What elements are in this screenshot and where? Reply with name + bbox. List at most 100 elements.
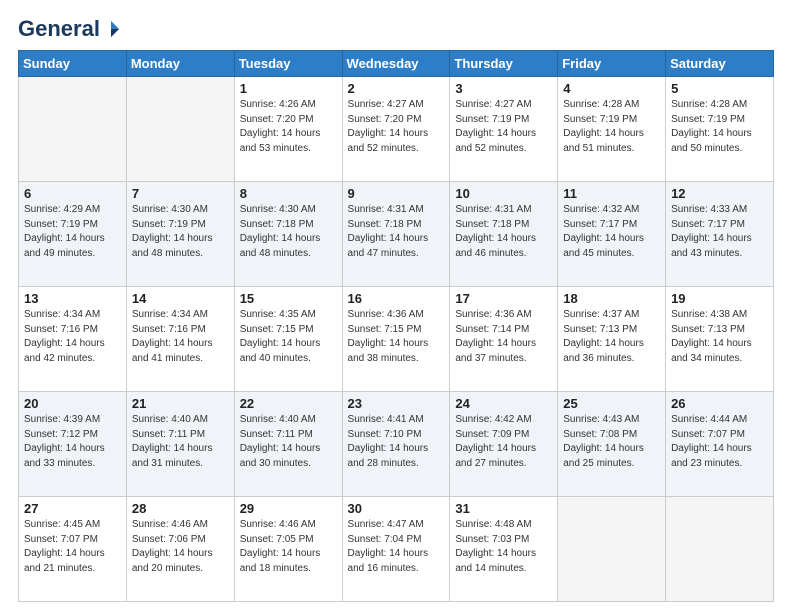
calendar-cell: 17Sunrise: 4:36 AM Sunset: 7:14 PM Dayli… bbox=[450, 287, 558, 392]
calendar-cell: 20 Sunrise: 4:39 AM Sunset: 7:12 PM Dayli… bbox=[19, 392, 127, 497]
page: General SundayMondayTuesdayWednesdayThur… bbox=[0, 0, 792, 612]
calendar-cell: 24 Sunrise: 4:42 AM Sunset: 7:09 PM Dayli… bbox=[450, 392, 558, 497]
day-number: 30 bbox=[348, 501, 445, 516]
calendar-cell: 2 Sunrise: 4:27 AM Sunset: 7:20 PM Daylig… bbox=[342, 77, 450, 182]
day-number: 13 bbox=[24, 291, 121, 306]
calendar-cell: 26Sunrise: 4:44 AM Sunset: 7:07 PM Dayli… bbox=[666, 392, 774, 497]
day-number: 18 bbox=[563, 291, 660, 306]
calendar-cell: 10 Sunrise: 4:31 AM Sunset: 7:18 PM Dayli… bbox=[450, 182, 558, 287]
calendar-header-monday: Monday bbox=[126, 51, 234, 77]
calendar-header-saturday: Saturday bbox=[666, 51, 774, 77]
calendar-week-row: 20 Sunrise: 4:39 AM Sunset: 7:12 PM Dayli… bbox=[19, 392, 774, 497]
calendar-cell: 1 Sunrise: 4:26 AM Sunset: 7:20 PM Daylig… bbox=[234, 77, 342, 182]
day-number: 2 bbox=[348, 81, 445, 96]
calendar-week-row: 27Sunrise: 4:45 AM Sunset: 7:07 PM Dayli… bbox=[19, 497, 774, 602]
calendar-cell: 6 Sunrise: 4:29 AM Sunset: 7:19 PM Daylig… bbox=[19, 182, 127, 287]
day-number: 26 bbox=[671, 396, 768, 411]
day-info: Sunrise: 4:39 AM Sunset: 7:12 PM Dayligh… bbox=[24, 413, 121, 471]
day-info: Sunrise: 4:43 AM Sunset: 7:08 PM Dayligh… bbox=[563, 413, 660, 471]
calendar-cell bbox=[19, 77, 127, 182]
calendar-cell: 30 Sunrise: 4:47 AM Sunset: 7:04 PM Dayli… bbox=[342, 497, 450, 602]
calendar-header-row: SundayMondayTuesdayWednesdayThursdayFrid… bbox=[19, 51, 774, 77]
calendar-cell: 31Sunrise: 4:48 AM Sunset: 7:03 PM Dayli… bbox=[450, 497, 558, 602]
day-number: 31 bbox=[455, 501, 552, 516]
day-info: Sunrise: 4:27 AM Sunset: 7:19 PM Dayligh… bbox=[455, 98, 552, 156]
day-info: Sunrise: 4:28 AM Sunset: 7:19 PM Dayligh… bbox=[563, 98, 660, 156]
calendar-header-thursday: Thursday bbox=[450, 51, 558, 77]
calendar-header-sunday: Sunday bbox=[19, 51, 127, 77]
day-info: Sunrise: 4:33 AM Sunset: 7:17 PM Dayligh… bbox=[671, 203, 768, 261]
calendar-table: SundayMondayTuesdayWednesdayThursdayFrid… bbox=[18, 50, 774, 602]
day-info: Sunrise: 4:37 AM Sunset: 7:13 PM Dayligh… bbox=[563, 308, 660, 366]
day-number: 10 bbox=[455, 186, 552, 201]
header: General bbox=[18, 18, 774, 40]
day-info: Sunrise: 4:35 AM Sunset: 7:15 PM Dayligh… bbox=[240, 308, 337, 366]
logo: General bbox=[18, 18, 120, 40]
calendar-cell bbox=[558, 497, 666, 602]
day-number: 1 bbox=[240, 81, 337, 96]
calendar-cell: 22 Sunrise: 4:40 AM Sunset: 7:11 PM Dayli… bbox=[234, 392, 342, 497]
day-info: Sunrise: 4:42 AM Sunset: 7:09 PM Dayligh… bbox=[455, 413, 552, 471]
calendar-cell: 13 Sunrise: 4:34 AM Sunset: 7:16 PM Dayli… bbox=[19, 287, 127, 392]
day-info: Sunrise: 4:31 AM Sunset: 7:18 PM Dayligh… bbox=[348, 203, 445, 261]
calendar-cell: 19Sunrise: 4:38 AM Sunset: 7:13 PM Dayli… bbox=[666, 287, 774, 392]
day-number: 15 bbox=[240, 291, 337, 306]
day-info: Sunrise: 4:34 AM Sunset: 7:16 PM Dayligh… bbox=[132, 308, 229, 366]
day-info: Sunrise: 4:34 AM Sunset: 7:16 PM Dayligh… bbox=[24, 308, 121, 366]
day-number: 12 bbox=[671, 186, 768, 201]
day-number: 6 bbox=[24, 186, 121, 201]
day-info: Sunrise: 4:31 AM Sunset: 7:18 PM Dayligh… bbox=[455, 203, 552, 261]
day-number: 14 bbox=[132, 291, 229, 306]
calendar-cell bbox=[126, 77, 234, 182]
calendar-cell: 7Sunrise: 4:30 AM Sunset: 7:19 PM Daylig… bbox=[126, 182, 234, 287]
day-info: Sunrise: 4:26 AM Sunset: 7:20 PM Dayligh… bbox=[240, 98, 337, 156]
day-number: 3 bbox=[455, 81, 552, 96]
day-number: 20 bbox=[24, 396, 121, 411]
day-number: 16 bbox=[348, 291, 445, 306]
day-info: Sunrise: 4:27 AM Sunset: 7:20 PM Dayligh… bbox=[348, 98, 445, 156]
calendar-cell: 11Sunrise: 4:32 AM Sunset: 7:17 PM Dayli… bbox=[558, 182, 666, 287]
day-info: Sunrise: 4:47 AM Sunset: 7:04 PM Dayligh… bbox=[348, 518, 445, 576]
day-info: Sunrise: 4:29 AM Sunset: 7:19 PM Dayligh… bbox=[24, 203, 121, 261]
calendar-cell: 27Sunrise: 4:45 AM Sunset: 7:07 PM Dayli… bbox=[19, 497, 127, 602]
calendar-cell: 29 Sunrise: 4:46 AM Sunset: 7:05 PM Dayli… bbox=[234, 497, 342, 602]
calendar-cell: 21 Sunrise: 4:40 AM Sunset: 7:11 PM Dayli… bbox=[126, 392, 234, 497]
calendar-cell: 18 Sunrise: 4:37 AM Sunset: 7:13 PM Dayli… bbox=[558, 287, 666, 392]
calendar-cell: 25 Sunrise: 4:43 AM Sunset: 7:08 PM Dayli… bbox=[558, 392, 666, 497]
calendar-cell: 3 Sunrise: 4:27 AM Sunset: 7:19 PM Daylig… bbox=[450, 77, 558, 182]
calendar-header-friday: Friday bbox=[558, 51, 666, 77]
day-number: 22 bbox=[240, 396, 337, 411]
logo-flag-icon bbox=[102, 20, 120, 38]
calendar-cell: 9Sunrise: 4:31 AM Sunset: 7:18 PM Daylig… bbox=[342, 182, 450, 287]
calendar-week-row: 6 Sunrise: 4:29 AM Sunset: 7:19 PM Daylig… bbox=[19, 182, 774, 287]
day-number: 7 bbox=[132, 186, 229, 201]
day-info: Sunrise: 4:40 AM Sunset: 7:11 PM Dayligh… bbox=[132, 413, 229, 471]
day-number: 5 bbox=[671, 81, 768, 96]
day-info: Sunrise: 4:30 AM Sunset: 7:18 PM Dayligh… bbox=[240, 203, 337, 261]
calendar-header-wednesday: Wednesday bbox=[342, 51, 450, 77]
day-number: 24 bbox=[455, 396, 552, 411]
calendar-cell: 12 Sunrise: 4:33 AM Sunset: 7:17 PM Dayli… bbox=[666, 182, 774, 287]
calendar-cell: 28 Sunrise: 4:46 AM Sunset: 7:06 PM Dayli… bbox=[126, 497, 234, 602]
day-info: Sunrise: 4:46 AM Sunset: 7:06 PM Dayligh… bbox=[132, 518, 229, 576]
day-info: Sunrise: 4:45 AM Sunset: 7:07 PM Dayligh… bbox=[24, 518, 121, 576]
day-info: Sunrise: 4:46 AM Sunset: 7:05 PM Dayligh… bbox=[240, 518, 337, 576]
logo-text: General bbox=[18, 18, 120, 40]
day-info: Sunrise: 4:32 AM Sunset: 7:17 PM Dayligh… bbox=[563, 203, 660, 261]
day-number: 4 bbox=[563, 81, 660, 96]
day-number: 19 bbox=[671, 291, 768, 306]
day-number: 29 bbox=[240, 501, 337, 516]
calendar-header-tuesday: Tuesday bbox=[234, 51, 342, 77]
logo-general: General bbox=[18, 18, 100, 40]
calendar-cell bbox=[666, 497, 774, 602]
day-info: Sunrise: 4:40 AM Sunset: 7:11 PM Dayligh… bbox=[240, 413, 337, 471]
day-info: Sunrise: 4:36 AM Sunset: 7:14 PM Dayligh… bbox=[455, 308, 552, 366]
calendar-week-row: 13 Sunrise: 4:34 AM Sunset: 7:16 PM Dayli… bbox=[19, 287, 774, 392]
calendar-cell: 8Sunrise: 4:30 AM Sunset: 7:18 PM Daylig… bbox=[234, 182, 342, 287]
calendar-week-row: 1 Sunrise: 4:26 AM Sunset: 7:20 PM Daylig… bbox=[19, 77, 774, 182]
day-number: 21 bbox=[132, 396, 229, 411]
day-number: 28 bbox=[132, 501, 229, 516]
day-number: 25 bbox=[563, 396, 660, 411]
calendar-cell: 5Sunrise: 4:28 AM Sunset: 7:19 PM Daylig… bbox=[666, 77, 774, 182]
day-info: Sunrise: 4:36 AM Sunset: 7:15 PM Dayligh… bbox=[348, 308, 445, 366]
